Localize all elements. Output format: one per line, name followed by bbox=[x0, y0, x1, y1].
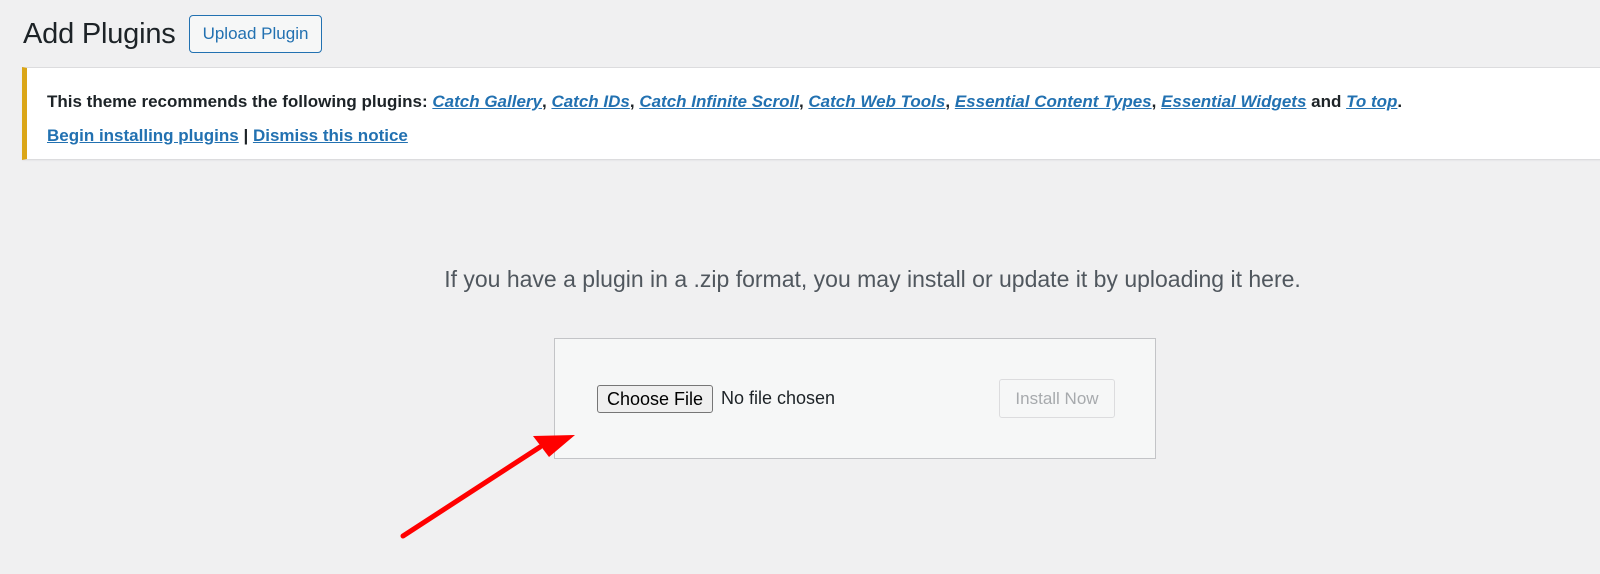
upload-plugin-button[interactable]: Upload Plugin bbox=[188, 15, 323, 53]
notice-intro: This theme recommends the following plug… bbox=[47, 92, 433, 111]
file-status: No file chosen bbox=[721, 388, 836, 408]
plugin-link-essential-widgets[interactable]: Essential Widgets bbox=[1161, 92, 1306, 111]
separator: , bbox=[629, 92, 640, 111]
pipe-separator: | bbox=[238, 126, 253, 145]
page-title: Add Plugins bbox=[23, 17, 176, 50]
begin-installing-plugins-link[interactable]: Begin installing plugins bbox=[47, 126, 239, 145]
conjunction: and bbox=[1306, 92, 1347, 111]
plugin-link-catch-gallery[interactable]: Catch Gallery bbox=[432, 92, 542, 111]
recommended-plugins-notice: This theme recommends the following plug… bbox=[22, 67, 1600, 160]
choose-file-button[interactable]: Choose File bbox=[597, 385, 714, 413]
upload-description-text: If you have a plugin in a .zip format, y… bbox=[444, 266, 1301, 292]
dismiss-notice-link[interactable]: Dismiss this notice bbox=[253, 126, 408, 145]
separator: , bbox=[1151, 92, 1162, 111]
notice-message: This theme recommends the following plug… bbox=[47, 92, 1402, 112]
separator: , bbox=[945, 92, 955, 111]
upload-description: If you have a plugin in a .zip format, y… bbox=[0, 266, 1600, 293]
plugin-link-catch-web-tools[interactable]: Catch Web Tools bbox=[808, 92, 945, 111]
separator: , bbox=[798, 92, 809, 111]
arrow-shaft bbox=[400, 444, 543, 539]
upload-plugin-form: Choose File No file chosen Install Now bbox=[554, 338, 1156, 459]
plugin-link-to-top[interactable]: To top bbox=[1346, 92, 1397, 111]
plugin-link-essential-content-types[interactable]: Essential Content Types bbox=[955, 92, 1152, 111]
plugin-link-catch-ids[interactable]: Catch IDs bbox=[551, 92, 629, 111]
period: . bbox=[1397, 92, 1403, 111]
plugin-link-catch-infinite-scroll[interactable]: Catch Infinite Scroll bbox=[639, 92, 799, 111]
install-now-button[interactable]: Install Now bbox=[999, 379, 1115, 418]
notice-actions: Begin installing plugins | Dismiss this … bbox=[47, 126, 408, 146]
page-header: Add Plugins Upload Plugin bbox=[23, 15, 323, 53]
